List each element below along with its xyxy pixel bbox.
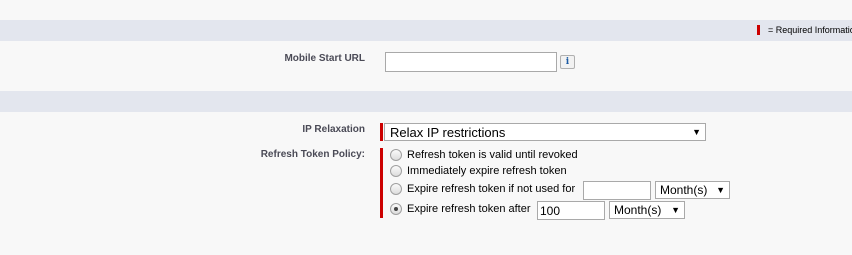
- radio-option-valid-until-revoked[interactable]: Refresh token is valid until revoked: [390, 149, 578, 161]
- radio-label: Expire refresh token after: [407, 203, 531, 215]
- section-header-band-2: [0, 91, 852, 112]
- info-icon-glyph: i: [565, 57, 570, 67]
- required-indicator: [380, 148, 383, 218]
- required-legend-text: = Required Information: [768, 25, 852, 35]
- radio-option-immediately-expire[interactable]: Immediately expire refresh token: [390, 165, 567, 177]
- ip-relaxation-select[interactable]: Relax IP restrictions ▼: [384, 123, 706, 141]
- unit-value: Month(s): [660, 183, 708, 197]
- radio-label: Refresh token is valid until revoked: [407, 149, 578, 161]
- section-header-band: [0, 20, 852, 41]
- radio-button-selected[interactable]: [390, 203, 402, 215]
- radio-label: Expire refresh token if not used for: [407, 183, 576, 195]
- ip-relaxation-label: IP Relaxation: [302, 124, 365, 135]
- radio-button[interactable]: [390, 165, 402, 177]
- expire-if-not-used-input[interactable]: [583, 181, 651, 200]
- required-indicator: [757, 25, 760, 35]
- chevron-down-icon: ▼: [671, 205, 680, 215]
- radio-label: Immediately expire refresh token: [407, 165, 567, 177]
- required-legend: = Required Information: [757, 24, 852, 36]
- unit-value: Month(s): [614, 203, 662, 217]
- required-indicator: [380, 123, 383, 141]
- mobile-start-url-label: Mobile Start URL: [284, 53, 365, 64]
- chevron-down-icon: ▼: [692, 127, 701, 137]
- info-icon[interactable]: i: [560, 55, 575, 69]
- chevron-down-icon: ▼: [716, 185, 725, 195]
- mobile-start-url-input[interactable]: [385, 52, 557, 72]
- refresh-token-policy-label: Refresh Token Policy:: [260, 149, 365, 160]
- expire-if-not-used-unit-select[interactable]: Month(s) ▼: [655, 181, 730, 199]
- ip-relaxation-value: Relax IP restrictions: [390, 124, 506, 140]
- radio-button[interactable]: [390, 149, 402, 161]
- expire-after-unit-select[interactable]: Month(s) ▼: [609, 201, 685, 219]
- radio-option-expire-if-not-used[interactable]: Expire refresh token if not used for: [390, 183, 575, 195]
- radio-option-expire-after[interactable]: Expire refresh token after: [390, 203, 531, 215]
- radio-button[interactable]: [390, 183, 402, 195]
- expire-after-input[interactable]: [537, 201, 605, 220]
